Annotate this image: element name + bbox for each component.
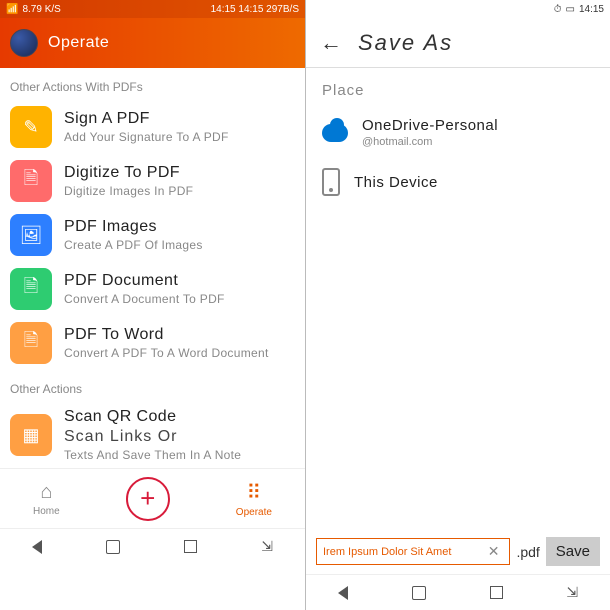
save-as-title: Save As (358, 30, 453, 56)
grid-icon: ⠿ (247, 480, 262, 505)
save-as-header: ← Save As (306, 18, 610, 68)
clear-icon[interactable]: ✕ (484, 543, 504, 560)
place-this-device[interactable]: This Device (306, 158, 610, 206)
nav-label: Home (33, 506, 60, 517)
save-bar: ✕ .pdf Save (306, 529, 610, 574)
item-subtitle: Convert A Document To PDF (64, 292, 225, 306)
item-title: Sign A PDF (64, 110, 229, 128)
save-button[interactable]: Save (546, 537, 600, 566)
right-pane: ⏱ ▭ 14:15 ← Save As Place OneDrive-Perso… (305, 0, 610, 610)
digitize-icon: 🗎 (10, 160, 52, 202)
item-title: Scan QR Code (64, 408, 241, 426)
status-center: 14:15 14:15 297B/S (211, 4, 299, 15)
item-sign-pdf[interactable]: ✎ Sign A PDF Add Your Signature To A PDF (0, 100, 305, 154)
device-icon (322, 168, 340, 196)
status-bar-left: 📶 8.79 K/S 14:15 14:15 297B/S (0, 0, 305, 18)
item-subtitle: Texts And Save Them In A Note (64, 448, 241, 462)
place-label: Place (306, 68, 610, 107)
recent-icon[interactable] (490, 586, 503, 599)
signal-icon: 📶 (6, 4, 18, 15)
qr-icon: ▦ (10, 414, 52, 456)
alarm-icon: ⏱ (554, 4, 562, 15)
drawer-icon[interactable]: ⇲ (261, 538, 273, 555)
place-onedrive[interactable]: OneDrive-Personal @hotmail.com (306, 107, 610, 158)
app-logo-icon (10, 29, 38, 57)
place-name: OneDrive-Personal (362, 117, 498, 134)
item-title: PDF Document (64, 272, 225, 290)
word-icon: 🗎 (10, 322, 52, 364)
nav-operate[interactable]: ⠿ Operate (236, 480, 272, 518)
item-subtitle: Create A PDF Of Images (64, 238, 203, 252)
section-other-label: Other Actions (0, 370, 305, 402)
images-icon: 🖼 (10, 214, 52, 256)
item-pdf-to-word[interactable]: 🗎 PDF To Word Convert A PDF To A Word Do… (0, 316, 305, 370)
system-nav-right: ⇲ (306, 574, 610, 610)
drawer-icon[interactable]: ⇲ (566, 584, 578, 601)
status-bar-right: ⏱ ▭ 14:15 (306, 0, 610, 18)
plus-icon: + (140, 483, 155, 514)
place-sub: @hotmail.com (362, 136, 498, 148)
item-subtitle2: Scan Links Or (64, 428, 241, 446)
app-header: Operate (0, 18, 305, 68)
item-digitize-pdf[interactable]: 🗎 Digitize To PDF Digitize Images In PDF (0, 154, 305, 208)
home-icon: ⌂ (40, 481, 52, 504)
back-icon[interactable] (32, 540, 42, 554)
item-title: PDF To Word (64, 326, 269, 344)
section-pdf-label: Other Actions With PDFs (0, 68, 305, 100)
bottom-nav: ⌂ Home + ⠿ Operate (0, 468, 305, 528)
item-subtitle: Add Your Signature To A PDF (64, 130, 229, 144)
fab-add[interactable]: + (126, 477, 170, 521)
pen-icon: ✎ (10, 106, 52, 148)
nav-home[interactable]: ⌂ Home (33, 481, 60, 517)
item-title: PDF Images (64, 218, 203, 236)
battery-icon: ▭ (566, 4, 575, 15)
item-title: Digitize To PDF (64, 164, 193, 182)
nav-label: Operate (236, 507, 272, 518)
left-pane: 📶 8.79 K/S 14:15 14:15 297B/S Operate Ot… (0, 0, 305, 610)
item-scan-qr[interactable]: ▦ Scan QR Code Scan Links Or Texts And S… (0, 402, 305, 468)
item-subtitle: Convert A PDF To A Word Document (64, 346, 269, 360)
back-icon[interactable] (338, 586, 348, 600)
net-speed: 8.79 K/S (22, 4, 60, 15)
document-icon: 🗎 (10, 268, 52, 310)
place-name: This Device (354, 174, 438, 191)
onedrive-icon (322, 124, 348, 142)
home-sys-icon[interactable] (106, 540, 120, 554)
recent-icon[interactable] (184, 540, 197, 553)
time-right: 14:15 (579, 4, 604, 15)
item-subtitle: Digitize Images In PDF (64, 184, 193, 198)
item-pdf-images[interactable]: 🖼 PDF Images Create A PDF Of Images (0, 208, 305, 262)
back-arrow-icon[interactable]: ← (320, 30, 342, 56)
filename-input[interactable] (323, 546, 484, 558)
item-pdf-document[interactable]: 🗎 PDF Document Convert A Document To PDF (0, 262, 305, 316)
system-nav-left: ⇲ (0, 528, 305, 564)
header-title: Operate (48, 34, 109, 52)
file-ext: .pdf (516, 544, 539, 560)
filename-wrap: ✕ (316, 538, 510, 565)
home-sys-icon[interactable] (412, 586, 426, 600)
